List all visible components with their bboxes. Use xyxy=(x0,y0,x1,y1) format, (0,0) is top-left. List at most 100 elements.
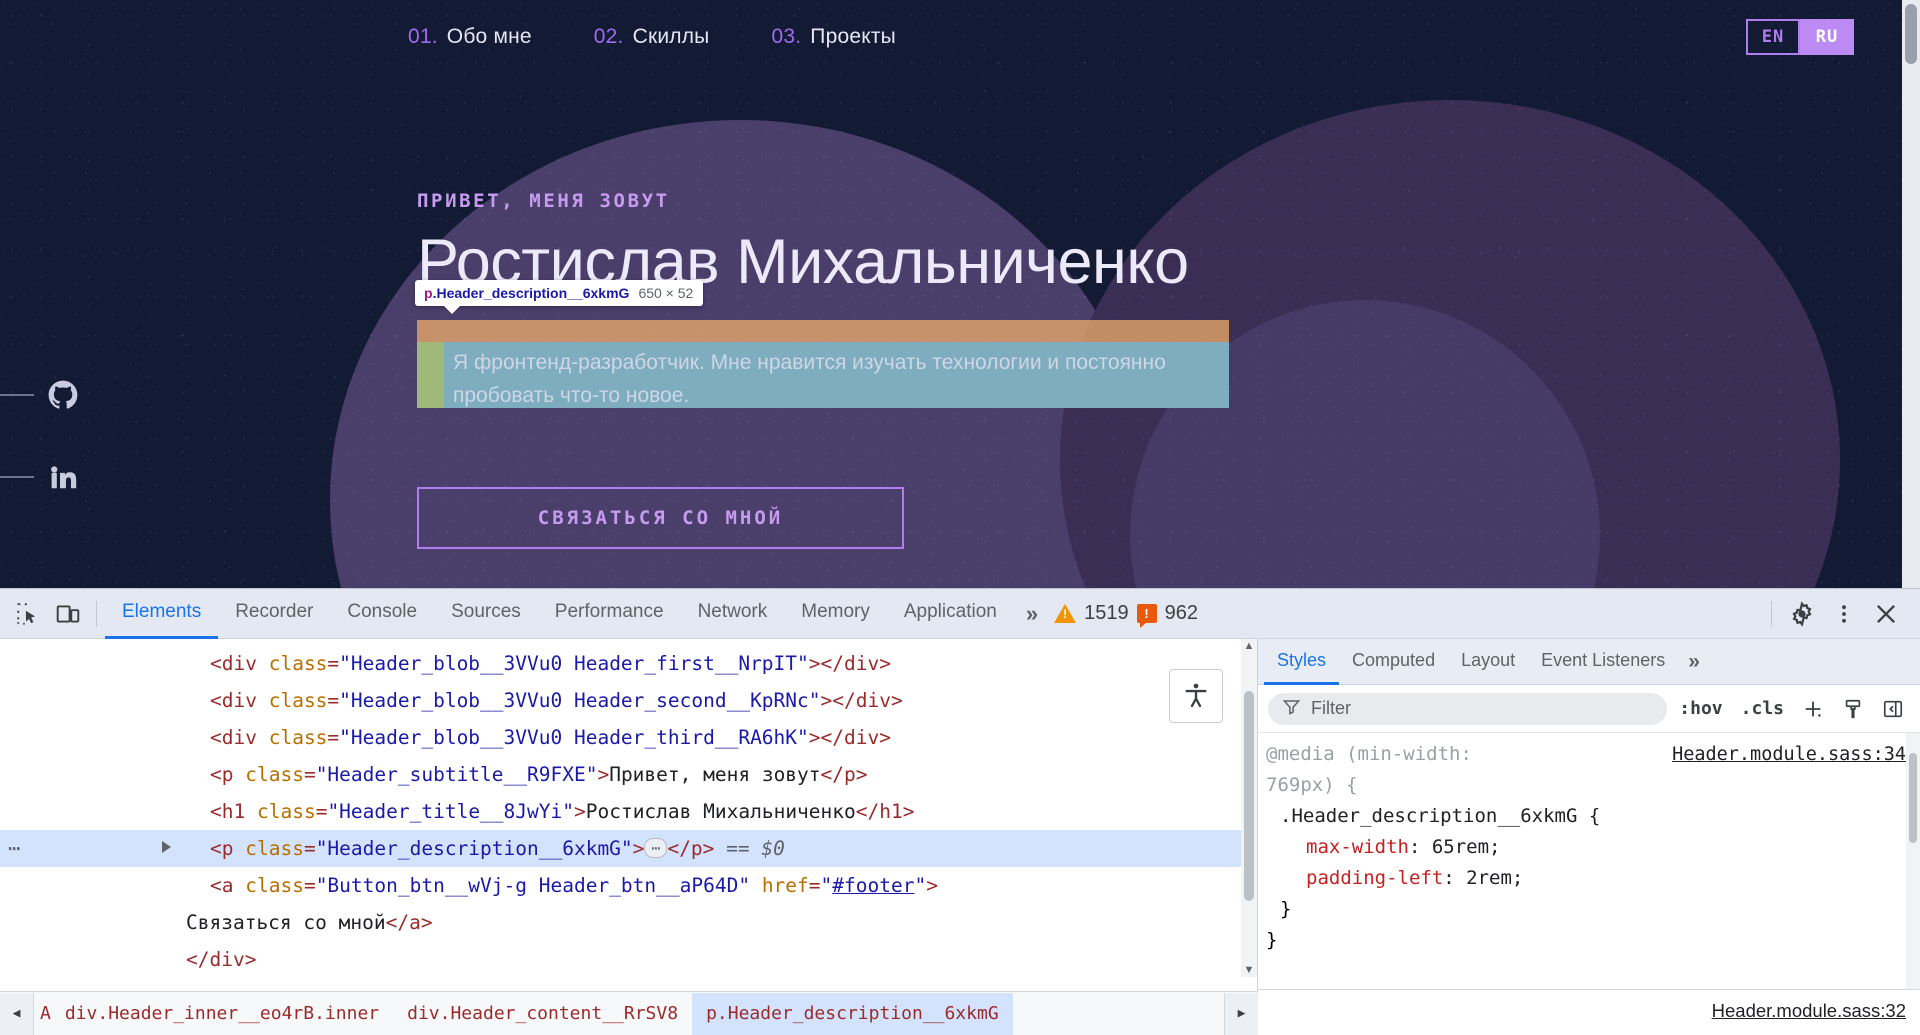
css-selector-line[interactable]: .Header_description__6xkmG { xyxy=(1266,801,1920,832)
devtools-toolbar: Elements Recorder Console Sources Perfor… xyxy=(0,589,1920,639)
tab-application[interactable]: Application xyxy=(887,589,1014,639)
page-scrollbar[interactable] xyxy=(1902,0,1920,588)
dom-line[interactable]: </div> xyxy=(0,941,1257,977)
dom-token-punct: > xyxy=(597,763,610,786)
dom-line[interactable]: <a class="Button_btn__wVj-g Header_btn__… xyxy=(0,867,1257,904)
dom-token-attr: class xyxy=(245,874,304,897)
dom-tree[interactable]: <div class="Header_blob__3VVu0 Header_fi… xyxy=(0,639,1257,977)
breadcrumb-item-clipped[interactable]: A xyxy=(34,993,51,1035)
inspected-element-overlay: p.Header_description__6xkmG 650 × 52 Я ф… xyxy=(415,280,1229,408)
dom-scroll-up-arrow[interactable]: ▲ xyxy=(1241,639,1257,653)
devtools-body: <div class="Header_blob__3VVu0 Header_fi… xyxy=(0,639,1920,1035)
css-source-link-next[interactable]: Header.module.sass:32 xyxy=(1712,1000,1906,1022)
dom-token-link[interactable]: #footer xyxy=(832,874,914,897)
dom-line[interactable]: <h1 class="Header_title__8JwYi">Ростисла… xyxy=(0,793,1257,830)
dom-line[interactable]: Связаться со мной</a> xyxy=(0,904,1257,941)
styles-tab-list: Styles Computed Layout Event Listeners » xyxy=(1258,639,1920,685)
styles-scrollbar-thumb[interactable] xyxy=(1909,753,1917,843)
dom-token-gray: == $0 xyxy=(714,837,785,860)
dom-expand-arrow-icon[interactable] xyxy=(162,841,171,853)
social-link-linkedin[interactable] xyxy=(0,462,78,492)
filter-input[interactable]: Filter xyxy=(1268,692,1668,725)
close-icon[interactable] xyxy=(1866,594,1906,634)
dom-token-val: "Header_blob__3VVu0 Header_first__NrpIT" xyxy=(339,652,809,675)
toolbar-right-icons xyxy=(1763,594,1912,634)
dom-scroll-down-arrow[interactable]: ▼ xyxy=(1241,963,1257,977)
dom-line-selected[interactable]: ⋯ <p class="Header_description__6xkmG"> ⋯ <… xyxy=(0,830,1257,867)
dom-token-attr: href xyxy=(750,874,809,897)
css-close-outer: } xyxy=(1266,929,1278,951)
breadcrumb-item-header-inner[interactable]: div.Header_inner__eo4rB.inner xyxy=(51,993,393,1035)
error-count[interactable]: ! 962 xyxy=(1136,602,1198,628)
tab-styles[interactable]: Styles xyxy=(1264,639,1340,685)
styles-pane: Styles Computed Layout Event Listeners »… xyxy=(1258,639,1920,1035)
dom-token-punct: = xyxy=(808,874,821,897)
tab-memory[interactable]: Memory xyxy=(784,589,887,639)
tab-layout[interactable]: Layout xyxy=(1448,639,1528,685)
nav-link-about[interactable]: 01. Обо мне xyxy=(408,25,532,49)
tab-performance[interactable]: Performance xyxy=(538,589,681,639)
dom-token-punct: = xyxy=(303,837,316,860)
collapsed-children-icon[interactable]: ⋯ xyxy=(644,838,668,858)
breadcrumb-item-header-content[interactable]: div.Header_content__RrSV8 xyxy=(393,993,692,1035)
dom-token-punct: </p> xyxy=(667,837,715,860)
tab-network[interactable]: Network xyxy=(681,589,785,639)
dom-token-attr: class xyxy=(245,837,304,860)
tab-event-listeners[interactable]: Event Listeners xyxy=(1528,639,1678,685)
contact-button[interactable]: СВЯЗАТЬСЯ СО МНОЙ xyxy=(417,487,904,549)
tab-console[interactable]: Console xyxy=(330,589,434,639)
css-source-link[interactable]: Header.module.sass:34 xyxy=(1672,739,1906,770)
lang-button-ru[interactable]: RU xyxy=(1800,19,1854,55)
breadcrumb-left-arrow[interactable]: ◀ xyxy=(0,992,34,1035)
toggle-sidebar-icon[interactable] xyxy=(1876,693,1910,725)
accessibility-icon[interactable] xyxy=(1169,669,1223,723)
breadcrumb-right-arrow[interactable]: ▶ xyxy=(1224,992,1258,1035)
page-scrollbar-thumb[interactable] xyxy=(1905,4,1917,64)
styles-more-tabs-icon[interactable]: » xyxy=(1678,650,1710,674)
dom-token-punct: ></div> xyxy=(808,726,891,749)
language-switcher: EN RU xyxy=(1746,19,1854,55)
cls-toggle[interactable]: .cls xyxy=(1735,698,1790,719)
dom-token-punct: ></div> xyxy=(808,652,891,675)
dom-line[interactable]: <div class="Header_blob__3VVu0 Header_fi… xyxy=(0,645,1257,682)
social-link-github[interactable] xyxy=(0,380,78,410)
kebab-menu-icon[interactable] xyxy=(1824,594,1864,634)
tab-sources[interactable]: Sources xyxy=(434,589,538,639)
gear-icon[interactable] xyxy=(1782,594,1822,634)
dom-scrollbar[interactable]: ▲ ▼ xyxy=(1241,639,1257,977)
dom-scrollbar-thumb[interactable] xyxy=(1244,691,1254,901)
warning-count[interactable]: 1519 xyxy=(1054,602,1129,625)
dom-line[interactable]: <div class="Header_blob__3VVu0 Header_th… xyxy=(0,719,1257,756)
dom-line[interactable]: <div class="Header_blob__3VVu0 Header_se… xyxy=(0,682,1257,719)
inspect-tooltip-class: .Header_description__6xkmG xyxy=(432,285,630,301)
css-declaration-padding-left[interactable]: padding-left: 2rem; xyxy=(1266,863,1920,894)
inspect-element-icon[interactable] xyxy=(8,594,48,634)
dom-token-val: "Header_subtitle__R9FXE" xyxy=(315,763,598,786)
dom-token-val: " xyxy=(820,874,833,897)
devtools-tab-list: Elements Recorder Console Sources Perfor… xyxy=(105,589,1050,639)
lang-button-en[interactable]: EN xyxy=(1746,19,1800,55)
tab-recorder[interactable]: Recorder xyxy=(218,589,330,639)
devtools-panel: Elements Recorder Console Sources Perfor… xyxy=(0,588,1920,1035)
styles-next-rule: Header.module.sass:32 xyxy=(1258,989,1920,1035)
plus-icon[interactable] xyxy=(1796,693,1830,725)
more-tabs-icon[interactable]: » xyxy=(1014,601,1050,627)
dom-line[interactable]: <p class="Header_subtitle__R9FXE">Привет… xyxy=(0,756,1257,793)
device-toolbar-icon[interactable] xyxy=(48,594,88,634)
css-media-line: @media (min-width: Header.module.sass:34 xyxy=(1266,739,1920,770)
nav-link-projects[interactable]: 03. Проекты xyxy=(771,25,895,49)
error-icon: ! xyxy=(1136,604,1157,628)
nav-label: Скиллы xyxy=(632,25,710,48)
tab-elements[interactable]: Elements xyxy=(105,589,219,639)
styles-filter-bar: Filter :hov .cls xyxy=(1258,685,1920,733)
css-value: 2rem; xyxy=(1466,867,1524,889)
css-declaration-max-width[interactable]: max-width: 65rem; xyxy=(1266,832,1920,863)
css-media-query: @media (min-width: xyxy=(1266,743,1472,765)
dom-row-menu-icon[interactable]: ⋯ xyxy=(8,830,20,867)
hov-toggle[interactable]: :hov xyxy=(1673,698,1728,719)
nav-link-skills[interactable]: 02. Скиллы xyxy=(594,25,710,49)
breadcrumb-item-header-description[interactable]: p.Header_description__6xkmG xyxy=(692,992,1013,1035)
dom-token-text: Ростислав Михальниченко xyxy=(585,800,856,823)
tab-computed[interactable]: Computed xyxy=(1339,639,1448,685)
paint-brush-icon[interactable] xyxy=(1836,693,1870,725)
